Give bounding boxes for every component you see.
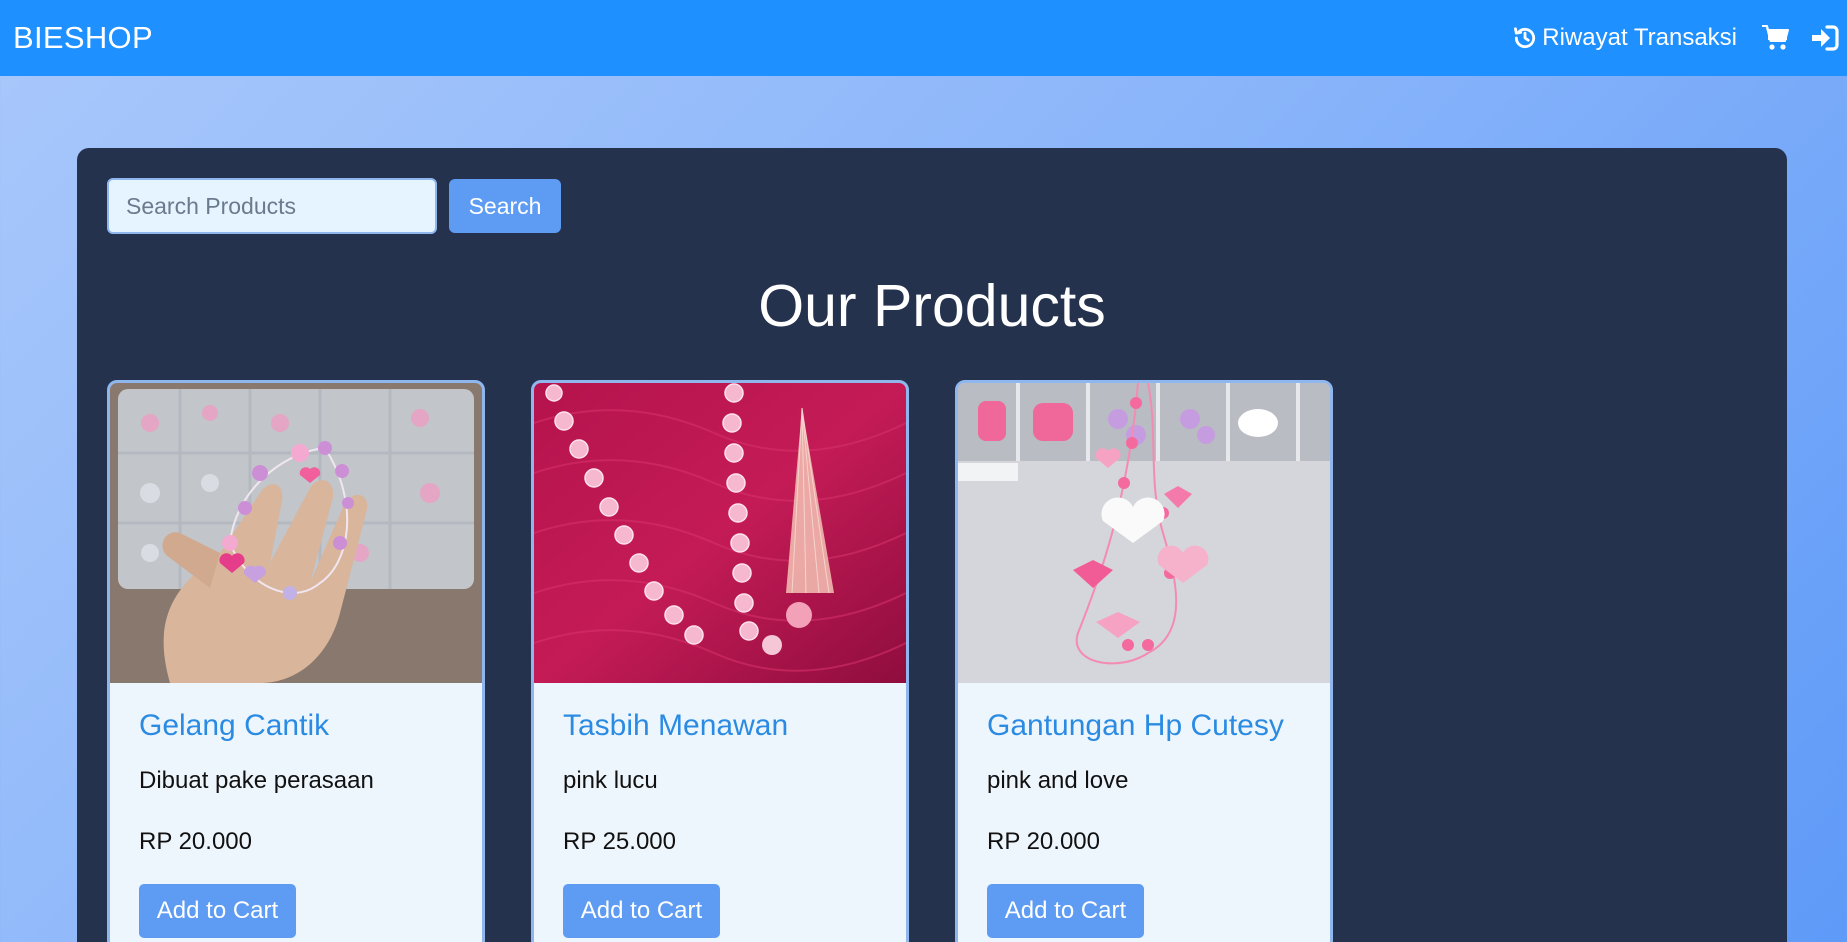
product-card-body: Gelang Cantik Dibuat pake perasaan RP 20… [139, 709, 374, 938]
products-panel: Search Our Products [77, 148, 1787, 942]
product-price: RP 25.000 [563, 828, 676, 855]
product-name: Tasbih Menawan [563, 709, 789, 742]
add-to-cart-button[interactable]: Add to Cart [987, 884, 1144, 938]
history-icon [1512, 25, 1542, 51]
login-link[interactable] [1811, 25, 1839, 51]
history-label: Riwayat Transaksi [1542, 24, 1737, 51]
product-card: Tasbih Menawan pink lucu RP 25.000 Add t… [531, 380, 909, 942]
product-name: Gantungan Hp Cutesy [987, 709, 1284, 742]
search-bar: Search [107, 178, 561, 234]
add-to-cart-button[interactable]: Add to Cart [139, 884, 296, 938]
history-link[interactable]: Riwayat Transaksi [1512, 24, 1737, 52]
product-grid: Gelang Cantik Dibuat pake perasaan RP 20… [107, 380, 1379, 942]
search-input[interactable] [107, 178, 437, 234]
navbar: BIESHOP Riwayat Transaksi [0, 0, 1847, 76]
product-image [958, 383, 1330, 683]
cart-link[interactable] [1761, 24, 1791, 52]
product-description: Dibuat pake perasaan [139, 767, 374, 794]
product-name: Gelang Cantik [139, 709, 330, 742]
product-card-body: Tasbih Menawan pink lucu RP 25.000 Add t… [563, 709, 788, 938]
product-card: Gelang Cantik Dibuat pake perasaan RP 20… [107, 380, 485, 942]
product-price: RP 20.000 [139, 828, 252, 855]
product-description: pink and love [987, 767, 1129, 794]
add-to-cart-button[interactable]: Add to Cart [563, 884, 720, 938]
sign-in-icon [1811, 25, 1839, 51]
nav-right: Riwayat Transaksi [1512, 0, 1847, 76]
product-card: Gantungan Hp Cutesy pink and love RP 20.… [955, 380, 1333, 942]
page-title: Our Products [758, 273, 1106, 339]
product-description: pink lucu [563, 767, 658, 794]
product-card-body: Gantungan Hp Cutesy pink and love RP 20.… [987, 709, 1284, 938]
product-image [110, 383, 482, 683]
brand-logo[interactable]: BIESHOP [13, 20, 153, 56]
search-button[interactable]: Search [449, 179, 561, 233]
product-price: RP 20.000 [987, 828, 1100, 855]
product-image [534, 383, 906, 683]
cart-icon [1761, 24, 1791, 52]
